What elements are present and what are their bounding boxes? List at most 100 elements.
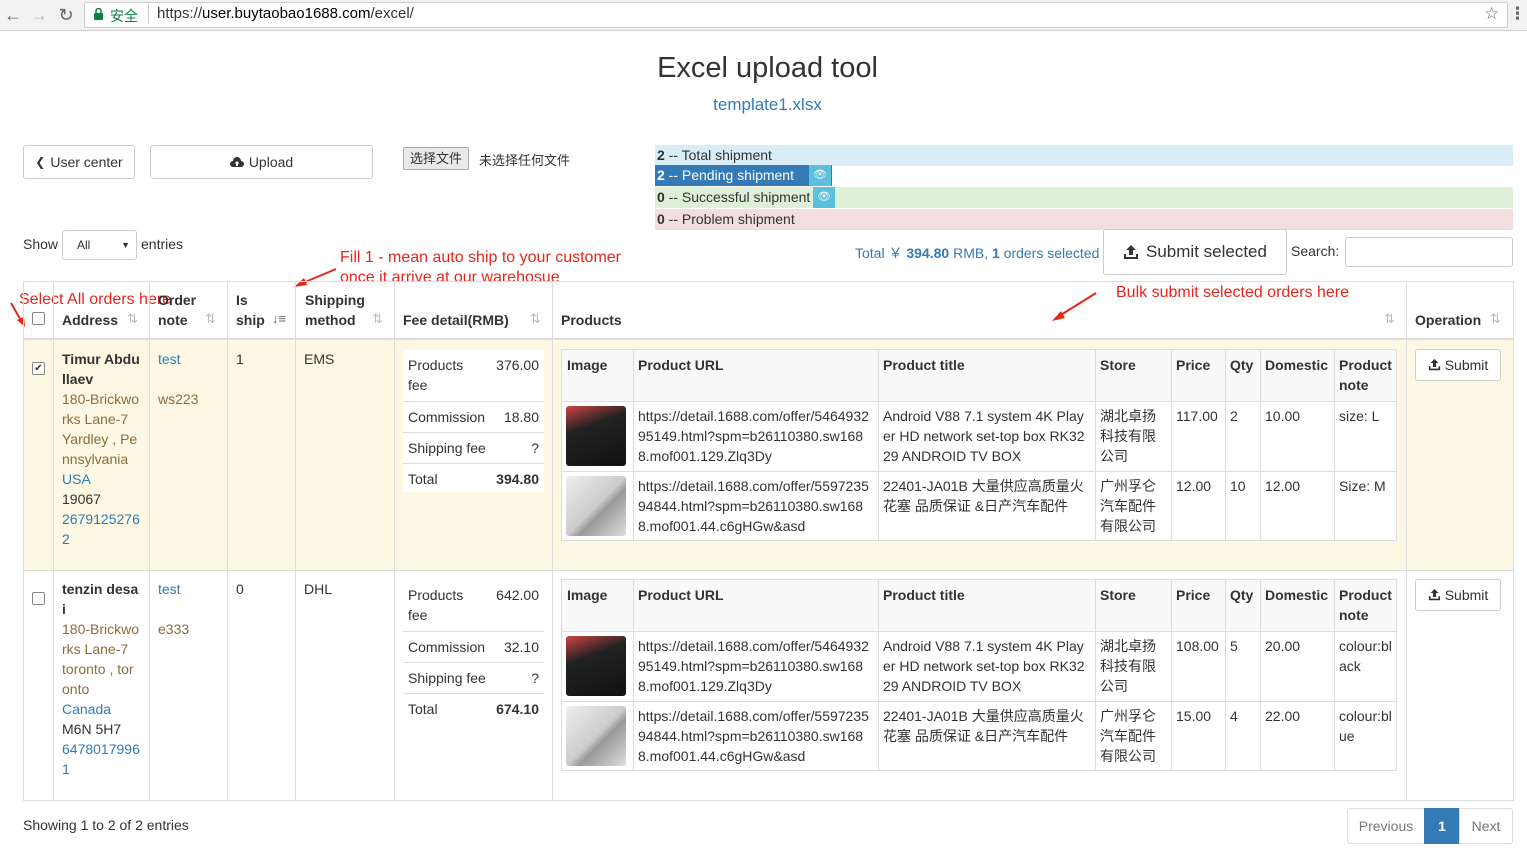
product-url[interactable]: https://detail.1688.com/offer/5464932 951…	[638, 406, 875, 466]
table-header-border	[23, 338, 1514, 340]
street-line: 180-Brickwo	[62, 391, 140, 407]
inner-row-divider	[562, 701, 1396, 702]
fee-value: 18.80	[503, 409, 539, 425]
price-value: 117.00	[1176, 408, 1218, 424]
stat-successful-shipment[interactable]: 0 -- Successful shipment 👁	[655, 187, 1513, 208]
fee-row: Shipping fee?	[403, 662, 544, 693]
tv-box-product-image[interactable]	[566, 406, 626, 466]
is-ship-value[interactable]: 0	[236, 579, 244, 599]
city-line: nnsylvania	[62, 451, 129, 467]
reload-icon[interactable]: ↻	[55, 4, 77, 26]
url-scheme: https://	[157, 5, 203, 22]
inner-col-header-title: Product title	[883, 587, 965, 603]
shipping-method-value[interactable]: EMS	[304, 349, 334, 369]
sort-icon[interactable]: ⇅	[1490, 311, 1501, 327]
inner-col-header-image: Image	[567, 357, 608, 373]
product-note: size: L	[1339, 406, 1395, 426]
price-value: 108.00	[1176, 638, 1219, 654]
phone-number[interactable]: 2	[62, 529, 144, 549]
stat-pending-shipment[interactable]: 2 -- Pending shipment 👁	[655, 165, 832, 186]
row-submit-button[interactable]: Submit	[1415, 349, 1501, 381]
country: USA	[62, 471, 91, 487]
fee-detail-box: Products fee 376.00 Commission 18.80 Shipping…	[403, 350, 544, 492]
bookmark-star-icon[interactable]: ☆	[1484, 4, 1499, 24]
user-center-button[interactable]: ❮ User center	[23, 145, 135, 179]
order-note[interactable]: test	[158, 579, 189, 599]
stat-problem-shipment[interactable]: 0 -- Problem shipment	[655, 209, 1513, 230]
sort-icon[interactable]: ⇅	[127, 311, 138, 327]
col-header-order-note[interactable]: Order note	[158, 290, 196, 330]
menu-dots-icon[interactable]: ⋮	[1509, 4, 1526, 24]
phone-number[interactable]: 6478017996	[62, 739, 144, 759]
fee-label-line: Total	[408, 471, 438, 487]
entries-select[interactable]: All ▼	[62, 230, 137, 260]
domestic-fee: 12.00	[1265, 478, 1301, 494]
store-name-line: 公司	[1100, 448, 1128, 464]
row-select-checkbox[interactable]	[32, 592, 45, 605]
fee-label: Total	[408, 699, 438, 719]
eye-icon[interactable]: 👁	[813, 187, 835, 208]
phone-number[interactable]: 1	[62, 759, 144, 779]
url-text[interactable]: https://user.buytaobao1688.com/excel/	[157, 5, 414, 22]
stat-success-count: 0	[657, 189, 665, 205]
search-input[interactable]	[1345, 237, 1513, 267]
upload-label: Upload	[248, 154, 294, 170]
stat-total-shipment[interactable]: 2 -- Total shipment	[655, 145, 1513, 166]
row-submit-button[interactable]: Submit	[1415, 579, 1501, 611]
pagination-page-1[interactable]: 1	[1424, 808, 1460, 844]
product-note-line: ack	[1339, 658, 1361, 674]
order-note[interactable]: test	[158, 349, 198, 369]
fee-row: Commission 18.80	[403, 401, 544, 432]
inner-col-header-domestic: Domestic	[1265, 587, 1329, 603]
sort-desc-icon[interactable]: ↓≡	[272, 311, 286, 326]
stat-total-count: 2	[657, 147, 665, 163]
lock-icon	[94, 8, 103, 20]
spark-plug-product-image[interactable]	[566, 706, 626, 766]
is-ship-value[interactable]: 1	[236, 349, 244, 369]
inner-col-divider	[1225, 580, 1226, 770]
order-note-line1: Order	[158, 292, 197, 308]
choose-file-button[interactable]: 选择文件	[403, 147, 470, 170]
product-note-line: colour:bl	[1339, 708, 1392, 724]
sort-icon[interactable]: ⇅	[205, 311, 216, 327]
is-ship-line1: Is	[236, 292, 248, 308]
spark-plug-product-image[interactable]	[566, 476, 626, 536]
sort-icon[interactable]: ⇅	[1384, 311, 1395, 327]
col-header-is-ship[interactable]: Is ship	[236, 290, 265, 330]
zip-code: M6N 5H7	[62, 721, 122, 737]
is-ship-line2: ship	[236, 312, 265, 328]
eye-icon[interactable]: 👁	[809, 165, 831, 186]
template-download-link[interactable]: template1.xlsx	[0, 95, 1527, 115]
col-header-operation[interactable]: Operation	[1415, 310, 1481, 330]
col-divider	[295, 281, 296, 801]
fee-label-line: fee	[408, 377, 428, 393]
submit-selected-button[interactable]: Submit selected	[1103, 229, 1287, 275]
product-url[interactable]: https://detail.1688.com/offer/5464932 951…	[638, 636, 875, 696]
col-header-address[interactable]: Address	[62, 310, 118, 330]
tv-box-product-image[interactable]	[566, 636, 626, 696]
order-note-cell: test ws223	[158, 349, 198, 409]
shipping-method-value[interactable]: DHL	[304, 579, 332, 599]
pagination-previous[interactable]: Previous	[1347, 808, 1425, 844]
col-header-shipping-method[interactable]: Shipping method	[305, 290, 365, 330]
upload-button[interactable]: Upload	[150, 145, 373, 179]
forward-arrow-icon[interactable]: →	[28, 4, 50, 26]
fee-detail-box: Products fee 642.00 Commission 32.10 Shipping…	[403, 580, 544, 722]
product-url[interactable]: https://detail.1688.com/offer/5597235 948…	[638, 476, 875, 536]
product-url[interactable]: https://detail.1688.com/offer/5597235 948…	[638, 706, 875, 766]
back-arrow-icon[interactable]: ←	[2, 4, 24, 26]
col-header-products[interactable]: Products	[561, 310, 622, 330]
inner-header-line: Product	[1339, 357, 1392, 373]
sort-icon[interactable]: ⇅	[372, 311, 383, 327]
product-url-line: https://detail.1688.com/offer/5464932	[638, 408, 869, 424]
product-title-line: 花塞 品质保证 &日产汽车配件	[883, 498, 1069, 514]
sort-icon[interactable]: ⇅	[530, 311, 541, 327]
pagination-next[interactable]: Next	[1459, 808, 1513, 844]
total-amount: 394.80	[906, 245, 950, 261]
col-header-fee-detail[interactable]: Fee detail(RMB)	[403, 310, 509, 330]
annotation-fill-line1: Fill 1 - mean auto ship to your customer	[340, 249, 622, 266]
select-all-checkbox[interactable]	[32, 312, 45, 325]
phone-number[interactable]: 2679125276	[62, 509, 144, 529]
row-select-checkbox[interactable]: ✔	[32, 362, 45, 375]
